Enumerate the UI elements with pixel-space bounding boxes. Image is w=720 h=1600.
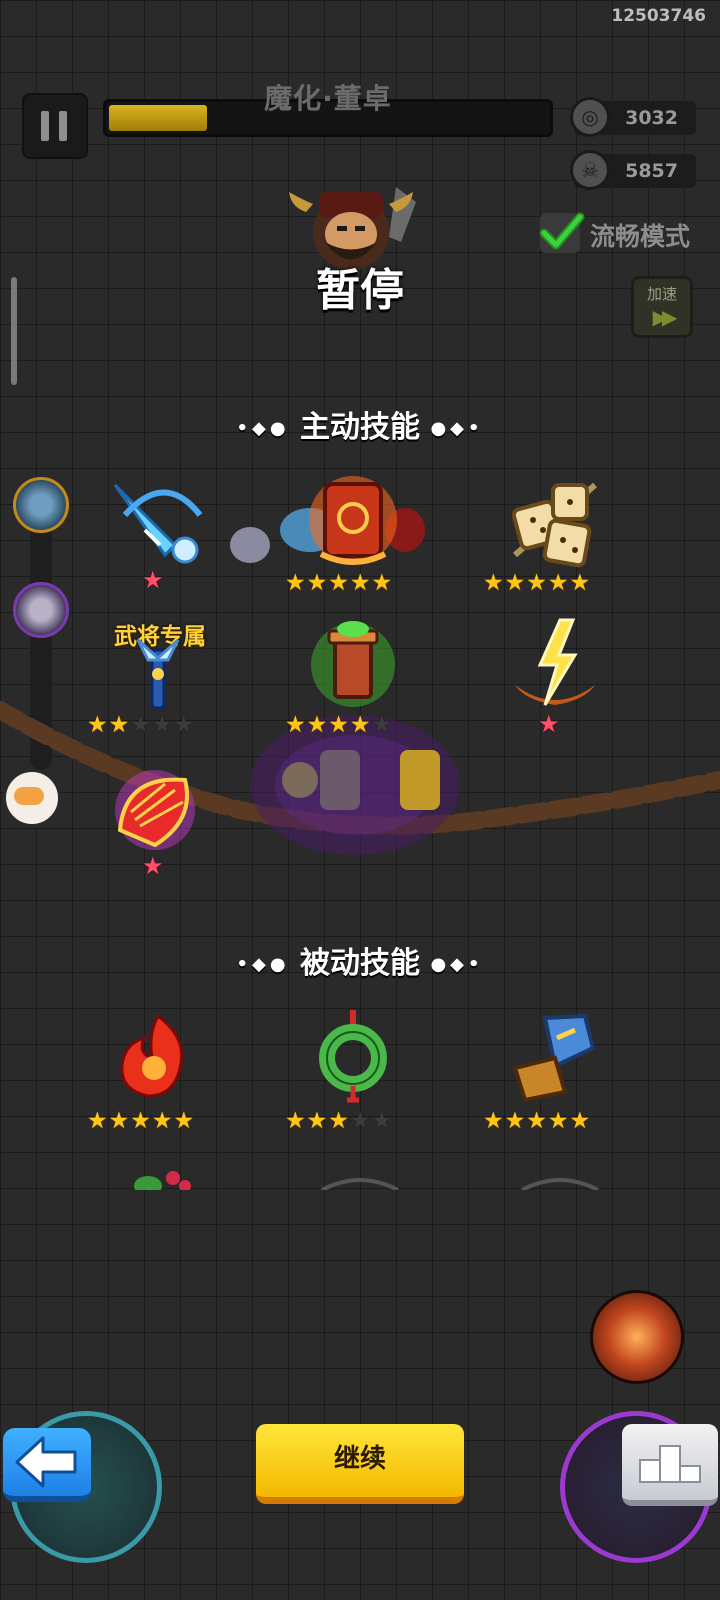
skill-lightning-icon[interactable] [505, 615, 605, 715]
star-filled-icon: ★ [285, 712, 307, 738]
star-empty-icon: ★ [130, 712, 152, 738]
active-skills-label: 主动技能 [300, 410, 420, 445]
player-id: 12503746 [611, 6, 706, 26]
star-filled-icon: ★ [328, 570, 350, 596]
skill-stars: ★★★★★ [483, 1110, 591, 1133]
skill-fire-scroll-icon[interactable] [303, 470, 403, 570]
skill-fire-spirit-icon[interactable] [108, 1008, 208, 1108]
star-filled-icon: ★ [349, 570, 372, 596]
red-star-icon: ★ [538, 710, 560, 738]
star-filled-icon: ★ [151, 1108, 174, 1134]
skill-stars: ★★★★★ [285, 572, 393, 595]
skill-ice-sword-icon[interactable] [105, 475, 205, 575]
star-filled-icon: ★ [87, 712, 109, 738]
star-filled-icon: ★ [130, 1108, 152, 1134]
back-button[interactable] [3, 1428, 91, 1502]
skill-stars: ★★★★★ [87, 714, 195, 737]
star-filled-icon: ★ [306, 1108, 329, 1134]
skill-stars: ★★★★★ [285, 1110, 393, 1133]
red-star-icon: ★ [142, 852, 164, 880]
star-filled-icon: ★ [328, 1108, 350, 1134]
ally-elephant-avatar[interactable] [13, 477, 69, 533]
kill-count: 5857 [625, 160, 678, 182]
skill-jade-pendant-icon[interactable] [303, 1008, 403, 1108]
star-filled-icon: ★ [173, 1108, 196, 1134]
checkmark-icon [539, 212, 585, 253]
passive-skills-title: •◆● 被动技能 ●◆• [236, 946, 484, 981]
active-skills-title: •◆● 主动技能 ●◆• [236, 410, 484, 445]
next-row-hint [134, 1171, 599, 1190]
red-star-icon: ★ [142, 566, 164, 594]
star-filled-icon: ★ [547, 1108, 570, 1134]
skill-dice-icon[interactable] [505, 475, 605, 575]
pause-icon-bar [59, 111, 67, 141]
skill-poison-tower-icon[interactable] [303, 615, 403, 715]
star-filled-icon: ★ [108, 1108, 131, 1134]
continue-button[interactable]: 继续 [256, 1424, 464, 1504]
skill-gauntlet-icon[interactable] [505, 1008, 605, 1108]
ally-cat-avatar[interactable] [13, 582, 69, 638]
star-filled-icon: ★ [328, 712, 350, 738]
star-filled-icon: ★ [306, 570, 329, 596]
star-filled-icon: ★ [349, 712, 372, 738]
star-filled-icon: ★ [87, 1108, 109, 1134]
coin-count: 3032 [625, 107, 678, 129]
passive-skills-label: 被动技能 [300, 946, 420, 981]
podium-icon [639, 1445, 701, 1483]
pause-button[interactable] [22, 93, 88, 159]
skill-stars: ★★★★★ [483, 572, 591, 595]
star-filled-icon: ★ [483, 1108, 505, 1134]
star-filled-icon: ★ [504, 1108, 527, 1134]
skill-stars: ★★★★★ [87, 1110, 195, 1133]
star-filled-icon: ★ [569, 1108, 592, 1134]
star-filled-icon: ★ [285, 570, 307, 596]
ranking-button[interactable] [622, 1424, 718, 1506]
pause-icon [41, 111, 49, 141]
coin-icon: ◎ [570, 97, 610, 137]
coin-counter: ◎ 3032 [570, 97, 696, 137]
star-empty-icon: ★ [173, 712, 196, 738]
boss-name: 魔化·董卓 [264, 82, 392, 115]
star-empty-icon: ★ [349, 1108, 372, 1134]
back-arrow-icon [15, 1436, 77, 1488]
skill-stars: ★★★★★ [285, 714, 393, 737]
star-filled-icon: ★ [526, 570, 548, 596]
smooth-mode-toggle[interactable]: 流畅模式 [539, 212, 710, 253]
fire-skill-button[interactable] [590, 1290, 684, 1384]
smooth-mode-label: 流畅模式 [590, 222, 691, 251]
star-filled-icon: ★ [483, 570, 505, 596]
star-empty-icon: ★ [371, 712, 394, 738]
star-filled-icon: ★ [371, 570, 394, 596]
star-filled-icon: ★ [526, 1108, 548, 1134]
kill-counter: ☠ 5857 [570, 150, 696, 190]
star-filled-icon: ★ [547, 570, 570, 596]
star-filled-icon: ★ [285, 1108, 307, 1134]
star-empty-icon: ★ [371, 1108, 394, 1134]
star-filled-icon: ★ [504, 570, 527, 596]
skull-icon: ☠ [570, 150, 610, 190]
pause-title: 暂停 [316, 265, 404, 316]
star-filled-icon: ★ [108, 712, 131, 738]
skill-phoenix-fan-icon[interactable] [105, 760, 205, 860]
star-filled-icon: ★ [569, 570, 592, 596]
star-filled-icon: ★ [306, 712, 329, 738]
star-empty-icon: ★ [151, 712, 174, 738]
